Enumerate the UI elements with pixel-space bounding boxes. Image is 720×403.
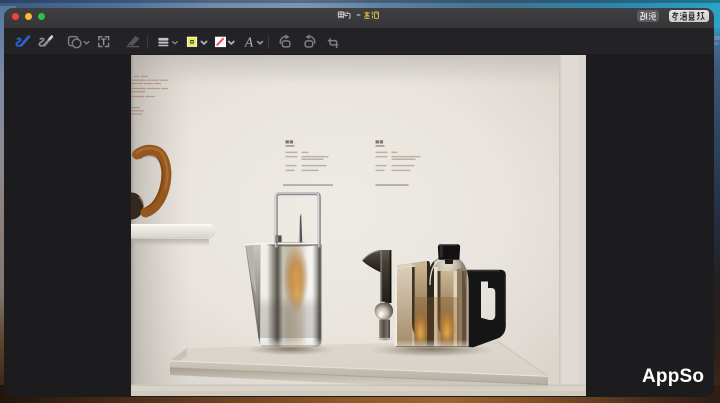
svg-text:T: T	[101, 37, 107, 48]
svg-text:A: A	[244, 35, 254, 50]
